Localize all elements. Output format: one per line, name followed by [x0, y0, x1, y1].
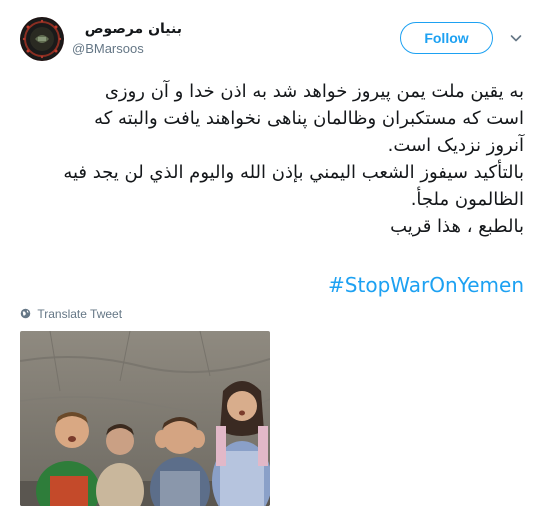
tweet-text-line: به یقین ملت یمن پیروز خواهد شد به اذن خد…: [104, 81, 524, 102]
tweet-text-line: آنروز نزدیک است.: [387, 135, 524, 156]
chevron-down-icon[interactable]: [508, 30, 524, 46]
tweet-text-line: است که مستکبران وظالمان پناهی نخواهند یا…: [94, 108, 524, 129]
follow-button[interactable]: Follow: [400, 22, 493, 54]
avatar[interactable]: [20, 17, 64, 61]
avatar-pattern: [21, 18, 63, 60]
tweet-card: بنیان مرصوص @BMarsoos Follow به یقین ملت…: [0, 0, 552, 510]
tweet-text-line: بالطبع ، هذا قريب: [390, 216, 524, 237]
translate-tweet-link[interactable]: Translate Tweet: [20, 305, 122, 321]
tweet-header: بنیان مرصوص @BMarsoos Follow: [0, 0, 552, 70]
user-handle[interactable]: @BMarsoos: [72, 41, 144, 57]
tweet-text-line: الظالمون ملجأ.: [410, 189, 524, 210]
tweet-text-line: بالتأكيد سيفوز الشعب اليمني بإذن الله وا…: [63, 162, 524, 183]
display-name[interactable]: بنیان مرصوص: [72, 20, 182, 38]
tweet-media-photo[interactable]: [20, 331, 270, 506]
globe-icon: [20, 309, 31, 319]
children-photo: [20, 331, 270, 506]
hashtag-link[interactable]: #StopWarOnYemen: [20, 271, 524, 299]
translate-tweet-label: Translate Tweet: [37, 306, 123, 321]
tweet-text: به یقین ملت یمن پیروز خواهد شد به اذن خد…: [20, 78, 524, 240]
